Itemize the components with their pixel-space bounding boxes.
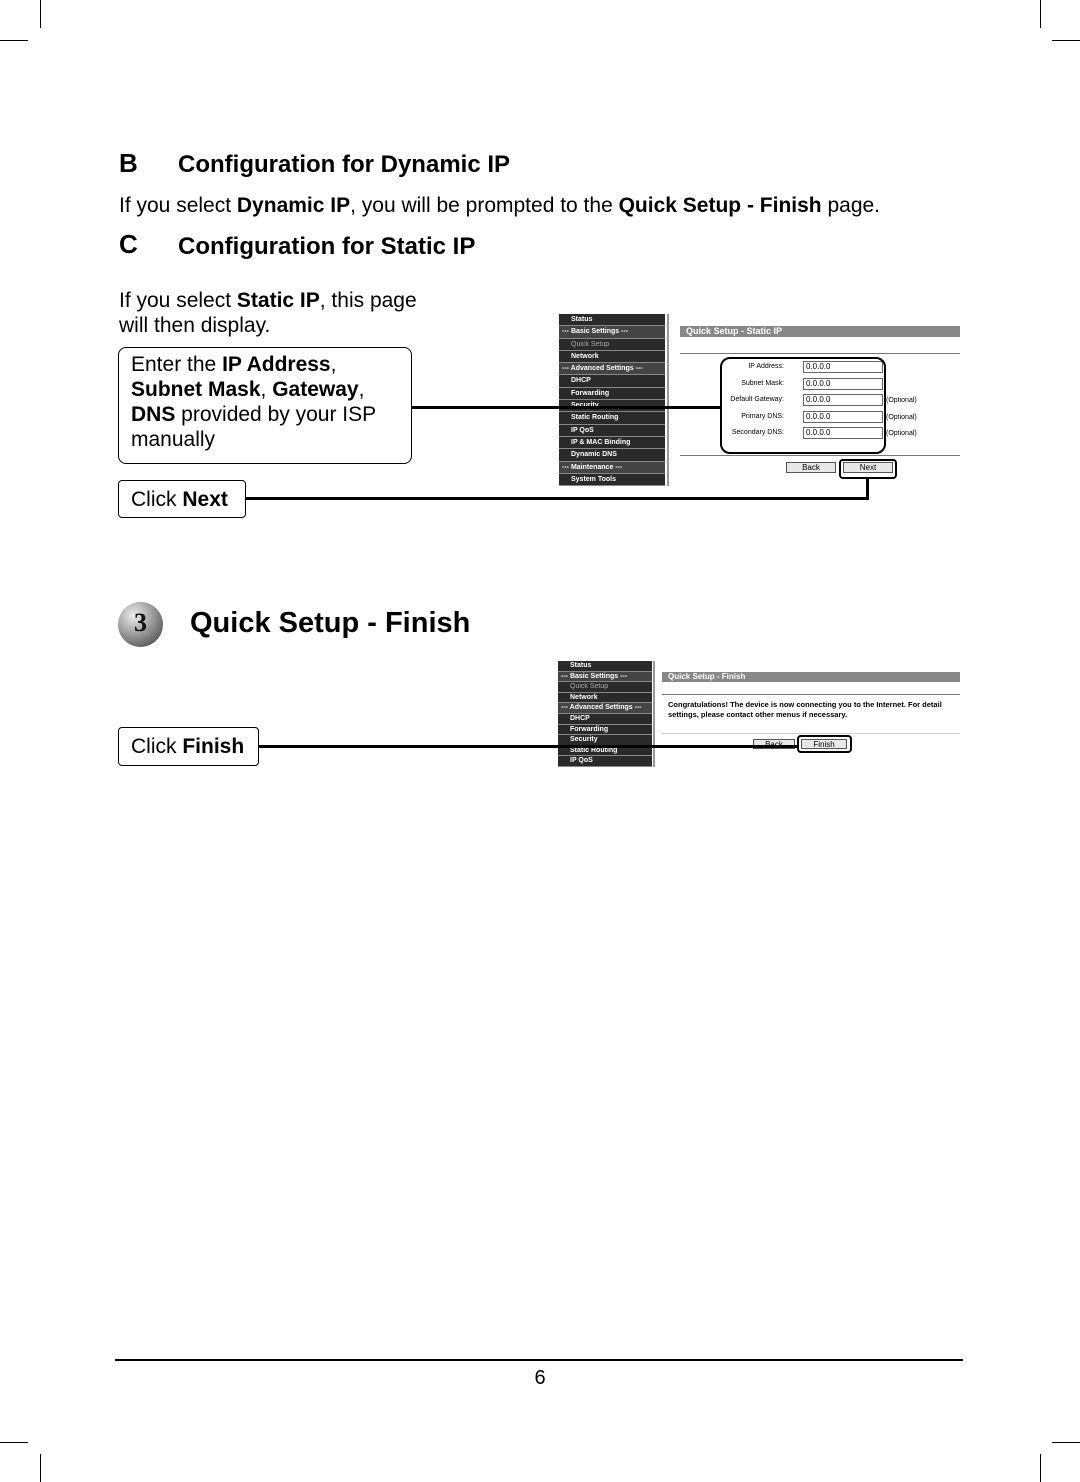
sidebar-item[interactable]: IP QoS (558, 756, 652, 767)
sidebar-item[interactable]: --- Basic Settings --- (559, 326, 665, 339)
sidebar-item[interactable]: Quick Setup (559, 339, 665, 351)
divider (653, 661, 655, 767)
divider (680, 353, 960, 354)
sidebar-item[interactable]: IP & MAC Binding (559, 437, 665, 450)
click-finish-callout: Click Finish (118, 727, 259, 766)
divider (662, 733, 960, 734)
leader-line (412, 406, 720, 409)
manual-page: B Configuration for Dynamic IP If you se… (0, 0, 1080, 1482)
back-button[interactable]: Back (753, 739, 795, 749)
sidebar-item[interactable]: --- Advanced Settings --- (559, 363, 665, 376)
sidebar-item[interactable]: Forwarding (559, 388, 665, 401)
router-sidebar: Status --- Basic Settings --- Quick Setup N… (558, 661, 652, 767)
sidebar-item[interactable]: --- Maintenance --- (559, 461, 665, 474)
section-letter-b: B (119, 148, 138, 178)
divider (667, 314, 669, 486)
sidebar-item[interactable]: --- Basic Settings --- (558, 671, 652, 683)
section-c-title: Configuration for Static IP (178, 233, 476, 260)
page-number: 6 (534, 1367, 546, 1389)
step-3-badge-icon: 3 (118, 602, 163, 647)
leader-line (246, 497, 869, 500)
crop-mark (1052, 1442, 1080, 1443)
step-3-title: Quick Setup - Finish (190, 607, 471, 639)
sidebar-item[interactable]: DHCP (558, 714, 652, 725)
sidebar-item[interactable]: Status (558, 661, 652, 672)
leader-line (866, 479, 869, 499)
sidebar-item[interactable]: DHCP (559, 375, 665, 388)
static-ip-title: Quick Setup - Static IP (680, 326, 960, 337)
sidebar-item[interactable]: Forwarding (558, 725, 652, 736)
sidebar-item[interactable]: Status (559, 314, 665, 327)
fields-highlight (720, 357, 886, 454)
section-letter-c: C (119, 229, 138, 259)
crop-mark (0, 40, 28, 41)
sidebar-item[interactable]: Network (558, 693, 652, 704)
divider (662, 694, 960, 695)
crop-mark (1052, 40, 1080, 41)
click-next-callout: Click Next (118, 480, 246, 518)
footer-rule (115, 1359, 963, 1361)
crop-mark (40, 0, 41, 28)
finish-title: Quick Setup - Finish (662, 672, 960, 682)
divider (680, 455, 960, 456)
sidebar-item[interactable]: System Tools (559, 474, 665, 487)
sidebar-item[interactable]: Network (559, 351, 665, 364)
sidebar-item[interactable]: Static Routing (559, 412, 665, 425)
back-button[interactable]: Back (786, 462, 836, 473)
crop-mark (40, 1454, 41, 1482)
crop-mark (0, 1442, 28, 1443)
sidebar-item[interactable]: Quick Setup (558, 682, 652, 693)
leader-line (258, 745, 797, 748)
crop-mark (1040, 1454, 1041, 1482)
optional-note: (Optional) (886, 397, 917, 404)
instruction-callout: Enter the IP Address, Subnet Mask, Gatew… (118, 347, 412, 464)
section-b-title: Configuration for Dynamic IP (178, 151, 511, 178)
congratulations-message: Congratulations! The device is now conne… (668, 700, 942, 719)
crop-mark (1040, 0, 1041, 28)
section-c-intro: If you select Static IP, this page will t… (119, 289, 417, 337)
optional-note: (Optional) (886, 413, 917, 421)
router-sidebar: Status --- Basic Settings --- Quick Setup N… (559, 314, 665, 487)
next-highlight (839, 459, 897, 479)
sidebar-item[interactable]: Dynamic DNS (559, 449, 665, 462)
sidebar-item[interactable]: IP QoS (559, 425, 665, 437)
finish-highlight (797, 735, 852, 753)
optional-note: (Optional) (886, 430, 917, 437)
sidebar-item[interactable]: --- Advanced Settings --- (558, 703, 652, 714)
section-b-text: If you select Dynamic IP, you will be pr… (119, 194, 881, 217)
